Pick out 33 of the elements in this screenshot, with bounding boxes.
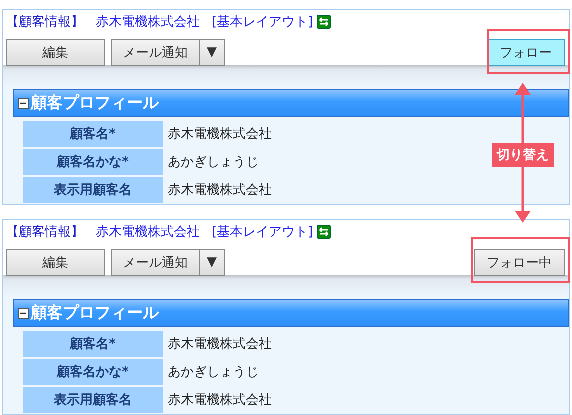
- follow-button[interactable]: フォロー中: [474, 249, 565, 276]
- field-value: 赤木電機株式会社: [167, 392, 272, 410]
- layout-link[interactable]: [基本レイアウト]: [212, 13, 314, 31]
- dropdown-button[interactable]: ▼: [200, 39, 225, 66]
- customer-link[interactable]: 赤木電機株式会社: [96, 13, 200, 31]
- collapse-icon[interactable]: [18, 308, 29, 318]
- field-label: 顧客名かな*: [23, 359, 163, 385]
- mail-notify-button[interactable]: メール通知: [111, 249, 200, 276]
- field-value: 赤木電機株式会社: [167, 126, 272, 144]
- page-title: 【顧客情報】: [6, 224, 84, 241]
- edit-button[interactable]: 編集: [6, 39, 105, 66]
- follow-button[interactable]: フォロー: [487, 39, 565, 66]
- page-title: 【顧客情報】: [6, 14, 84, 31]
- dropdown-button[interactable]: ▼: [200, 249, 225, 276]
- field-label: 表示用顧客名: [23, 177, 163, 203]
- section-title: 顧客プロフィール: [31, 92, 159, 114]
- field-value: 赤木電機株式会社: [167, 336, 272, 354]
- field-label: 顧客名かな*: [23, 149, 163, 175]
- section-title: 顧客プロフィール: [31, 302, 159, 324]
- field-label: 顧客名*: [23, 331, 163, 357]
- mail-notify-button[interactable]: メール通知: [111, 39, 200, 66]
- layout-link[interactable]: [基本レイアウト]: [212, 223, 314, 241]
- field-label: 顧客名*: [23, 121, 163, 147]
- field-value: 赤木電機株式会社: [167, 182, 272, 200]
- collapse-icon[interactable]: [18, 98, 29, 108]
- customer-link[interactable]: 赤木電機株式会社: [96, 223, 200, 241]
- edit-button[interactable]: 編集: [6, 249, 105, 276]
- callout-label: 切り替え: [492, 143, 554, 167]
- field-value: あかぎしょうじ: [167, 154, 259, 172]
- field-label: 表示用顧客名: [23, 387, 163, 413]
- field-value: あかぎしょうじ: [167, 364, 259, 382]
- swap-icon[interactable]: [317, 15, 332, 29]
- swap-icon[interactable]: [317, 225, 332, 239]
